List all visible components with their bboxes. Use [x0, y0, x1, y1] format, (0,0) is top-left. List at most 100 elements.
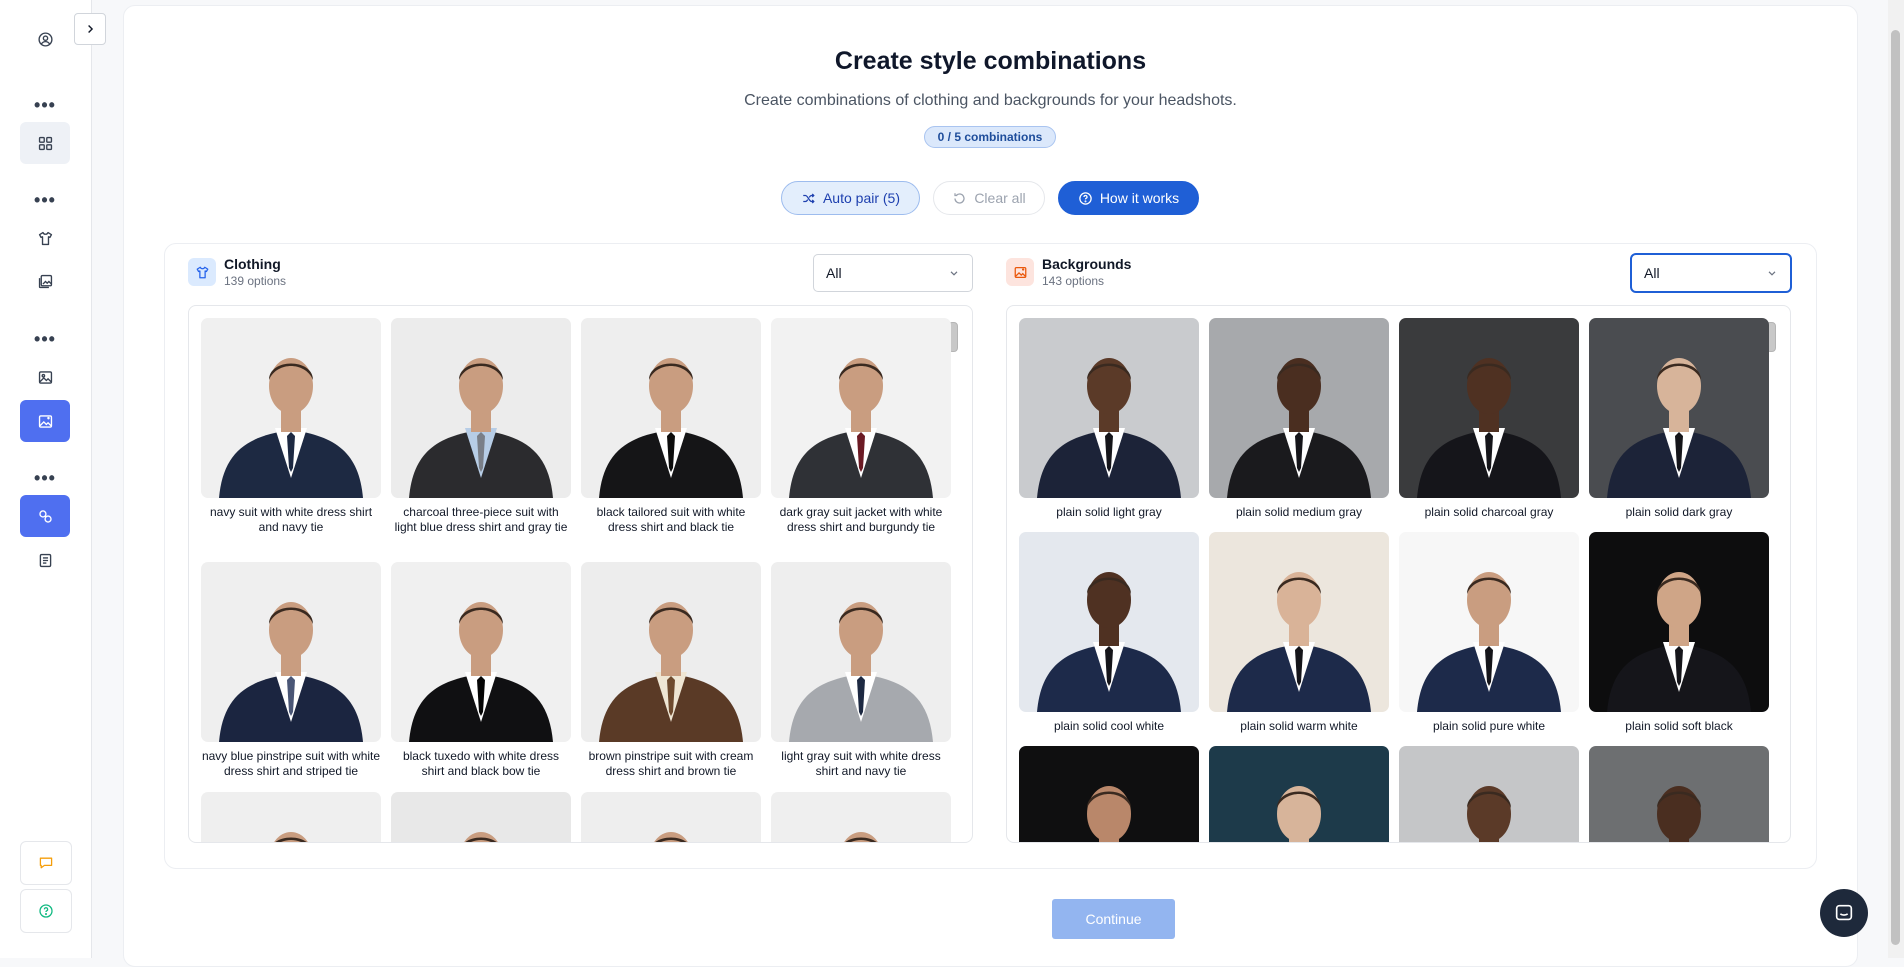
clothing-thumbnail [771, 792, 951, 842]
clothing-caption: navy blue pinstripe suit with white dres… [201, 749, 381, 778]
sidebar-toggle-button[interactable] [74, 13, 106, 45]
backgrounds-caption: plain solid warm white [1240, 719, 1358, 733]
chat-icon[interactable] [20, 841, 72, 885]
clothing-caption: light gray suit with white dress shirt a… [781, 749, 941, 778]
backgrounds-thumbnail [1209, 532, 1389, 712]
clear-all-label: Clear all [974, 190, 1026, 206]
chat-bubble-icon [1835, 904, 1853, 921]
clothing-option[interactable]: navy blue pinstripe suit with white dres… [201, 562, 381, 779]
clothing-option[interactable]: brown pinstripe suit with cream dress sh… [581, 562, 761, 779]
more-dots-4[interactable]: ••• [20, 469, 70, 487]
backgrounds-option[interactable]: plain solid charcoal gray [1399, 318, 1579, 520]
backgrounds-option[interactable]: plain solid soft black [1589, 532, 1769, 734]
more-dots-1[interactable]: ••• [20, 96, 70, 114]
more-dots-3[interactable]: ••• [20, 330, 70, 348]
clothing-thumbnail [201, 318, 381, 498]
sidebar: ••• ••• ••• ••• [0, 0, 92, 958]
backgrounds-option[interactable] [1589, 746, 1769, 842]
combine-icon[interactable] [20, 495, 70, 537]
backgrounds-header: Backgrounds 143 options All [1006, 243, 1791, 293]
clothing-caption: dark gray suit jacket with white dress s… [779, 505, 943, 534]
backgrounds-option[interactable] [1399, 746, 1579, 842]
gallery-icon[interactable] [20, 260, 70, 302]
clothing-option[interactable] [201, 792, 381, 842]
backgrounds-caption: plain solid dark gray [1625, 505, 1733, 519]
clothing-count: 139 options [224, 274, 287, 288]
backgrounds-caption: plain solid medium gray [1235, 505, 1363, 519]
clothing-filter-select[interactable]: All [813, 254, 973, 292]
clothing-option[interactable]: black tuxedo with white dress shirt and … [391, 562, 571, 779]
clothing-option[interactable] [391, 792, 571, 842]
auto-pair-button[interactable]: Auto pair (5) [781, 181, 920, 215]
backgrounds-thumbnail [1399, 746, 1579, 842]
clothing-option[interactable]: charcoal three-piece suit with light blu… [391, 318, 571, 535]
reset-icon [954, 192, 965, 204]
backgrounds-thumbnail [1019, 746, 1199, 842]
clothing-thumbnail [581, 792, 761, 842]
clothing-caption: brown pinstripe suit with cream dress sh… [588, 749, 754, 778]
chevron-right-icon [88, 25, 94, 33]
clothing-thumbnail [201, 562, 381, 742]
combinations-badge: 0 / 5 combinations [924, 126, 1056, 148]
clothing-option[interactable] [771, 792, 951, 842]
clothing-grid[interactable]: navy suit with white dress shirt and nav… [188, 305, 973, 843]
clothing-option[interactable]: dark gray suit jacket with white dress s… [771, 318, 951, 535]
backgrounds-count: 143 options [1042, 274, 1105, 288]
backgrounds-grid[interactable]: plain solid light gray plain solid medium… [1006, 305, 1791, 843]
backgrounds-thumbnail [1589, 532, 1769, 712]
backgrounds-thumbnail [1399, 532, 1579, 712]
support-chat-button[interactable] [1820, 889, 1868, 937]
backgrounds-thumbnail [1589, 318, 1769, 498]
clothing-caption: charcoal three-piece suit with light blu… [394, 505, 568, 534]
chevron-down-icon [1768, 271, 1776, 276]
clear-all-button[interactable]: Clear all [933, 181, 1045, 215]
image-icon[interactable] [20, 356, 70, 398]
auto-pair-label: Auto pair (5) [822, 190, 901, 206]
clothing-option[interactable]: black tailored suit with white dress shi… [581, 318, 761, 535]
backgrounds-option[interactable] [1019, 746, 1199, 842]
backgrounds-icon[interactable] [20, 400, 70, 442]
backgrounds-option[interactable]: plain solid pure white [1399, 532, 1579, 734]
clothing-caption: black tuxedo with white dress shirt and … [402, 749, 560, 778]
page-title: Create style combinations [834, 47, 1147, 75]
shirt-icon[interactable] [20, 217, 70, 259]
backgrounds-title: Backgrounds [1042, 256, 1132, 272]
page-scrollbar[interactable] [1891, 30, 1900, 945]
backgrounds-option[interactable]: plain solid medium gray [1209, 318, 1389, 520]
clothing-header: Clothing 139 options All [188, 243, 973, 293]
help-icon[interactable] [20, 889, 72, 933]
clothing-caption: black tailored suit with white dress shi… [596, 505, 746, 534]
backgrounds-option[interactable]: plain solid light gray [1019, 318, 1199, 520]
how-it-works-label: How it works [1099, 190, 1180, 206]
chevron-down-icon [950, 271, 958, 276]
clothing-thumbnail [581, 318, 761, 498]
document-icon[interactable] [20, 539, 70, 581]
clothing-caption: navy suit with white dress shirt and nav… [209, 505, 373, 534]
clothing-option[interactable]: navy suit with white dress shirt and nav… [201, 318, 381, 535]
backgrounds-thumbnail [1209, 746, 1389, 842]
clothing-thumbnail [391, 792, 571, 842]
help-circle-icon [1079, 191, 1092, 205]
clothing-filter-value: All [826, 265, 842, 281]
backgrounds-filter-select[interactable]: All [1631, 254, 1791, 292]
page-subtitle: Create combinations of clothing and back… [744, 92, 1237, 109]
continue-button[interactable]: Continue [1052, 899, 1175, 939]
backgrounds-caption: plain solid soft black [1625, 719, 1733, 733]
profile-icon[interactable] [20, 18, 70, 60]
how-it-works-button[interactable]: How it works [1058, 181, 1199, 215]
more-dots-2[interactable]: ••• [20, 191, 70, 209]
shirt-icon [188, 258, 216, 286]
backgrounds-caption: plain solid pure white [1432, 719, 1546, 733]
backgrounds-filter-value: All [1644, 265, 1660, 281]
clothing-option[interactable]: light gray suit with white dress shirt a… [771, 562, 951, 779]
backgrounds-option[interactable]: plain solid dark gray [1589, 318, 1769, 520]
backgrounds-thumbnail [1399, 318, 1579, 498]
backgrounds-thumbnail [1019, 532, 1199, 712]
backgrounds-option[interactable]: plain solid cool white [1019, 532, 1199, 734]
backgrounds-option[interactable]: plain solid warm white [1209, 532, 1389, 734]
backgrounds-option[interactable] [1209, 746, 1389, 842]
main-card: Create style combinations Create combina… [123, 5, 1858, 967]
grid-icon[interactable] [20, 122, 70, 164]
backgrounds-caption: plain solid light gray [1056, 505, 1162, 519]
clothing-option[interactable] [581, 792, 761, 842]
